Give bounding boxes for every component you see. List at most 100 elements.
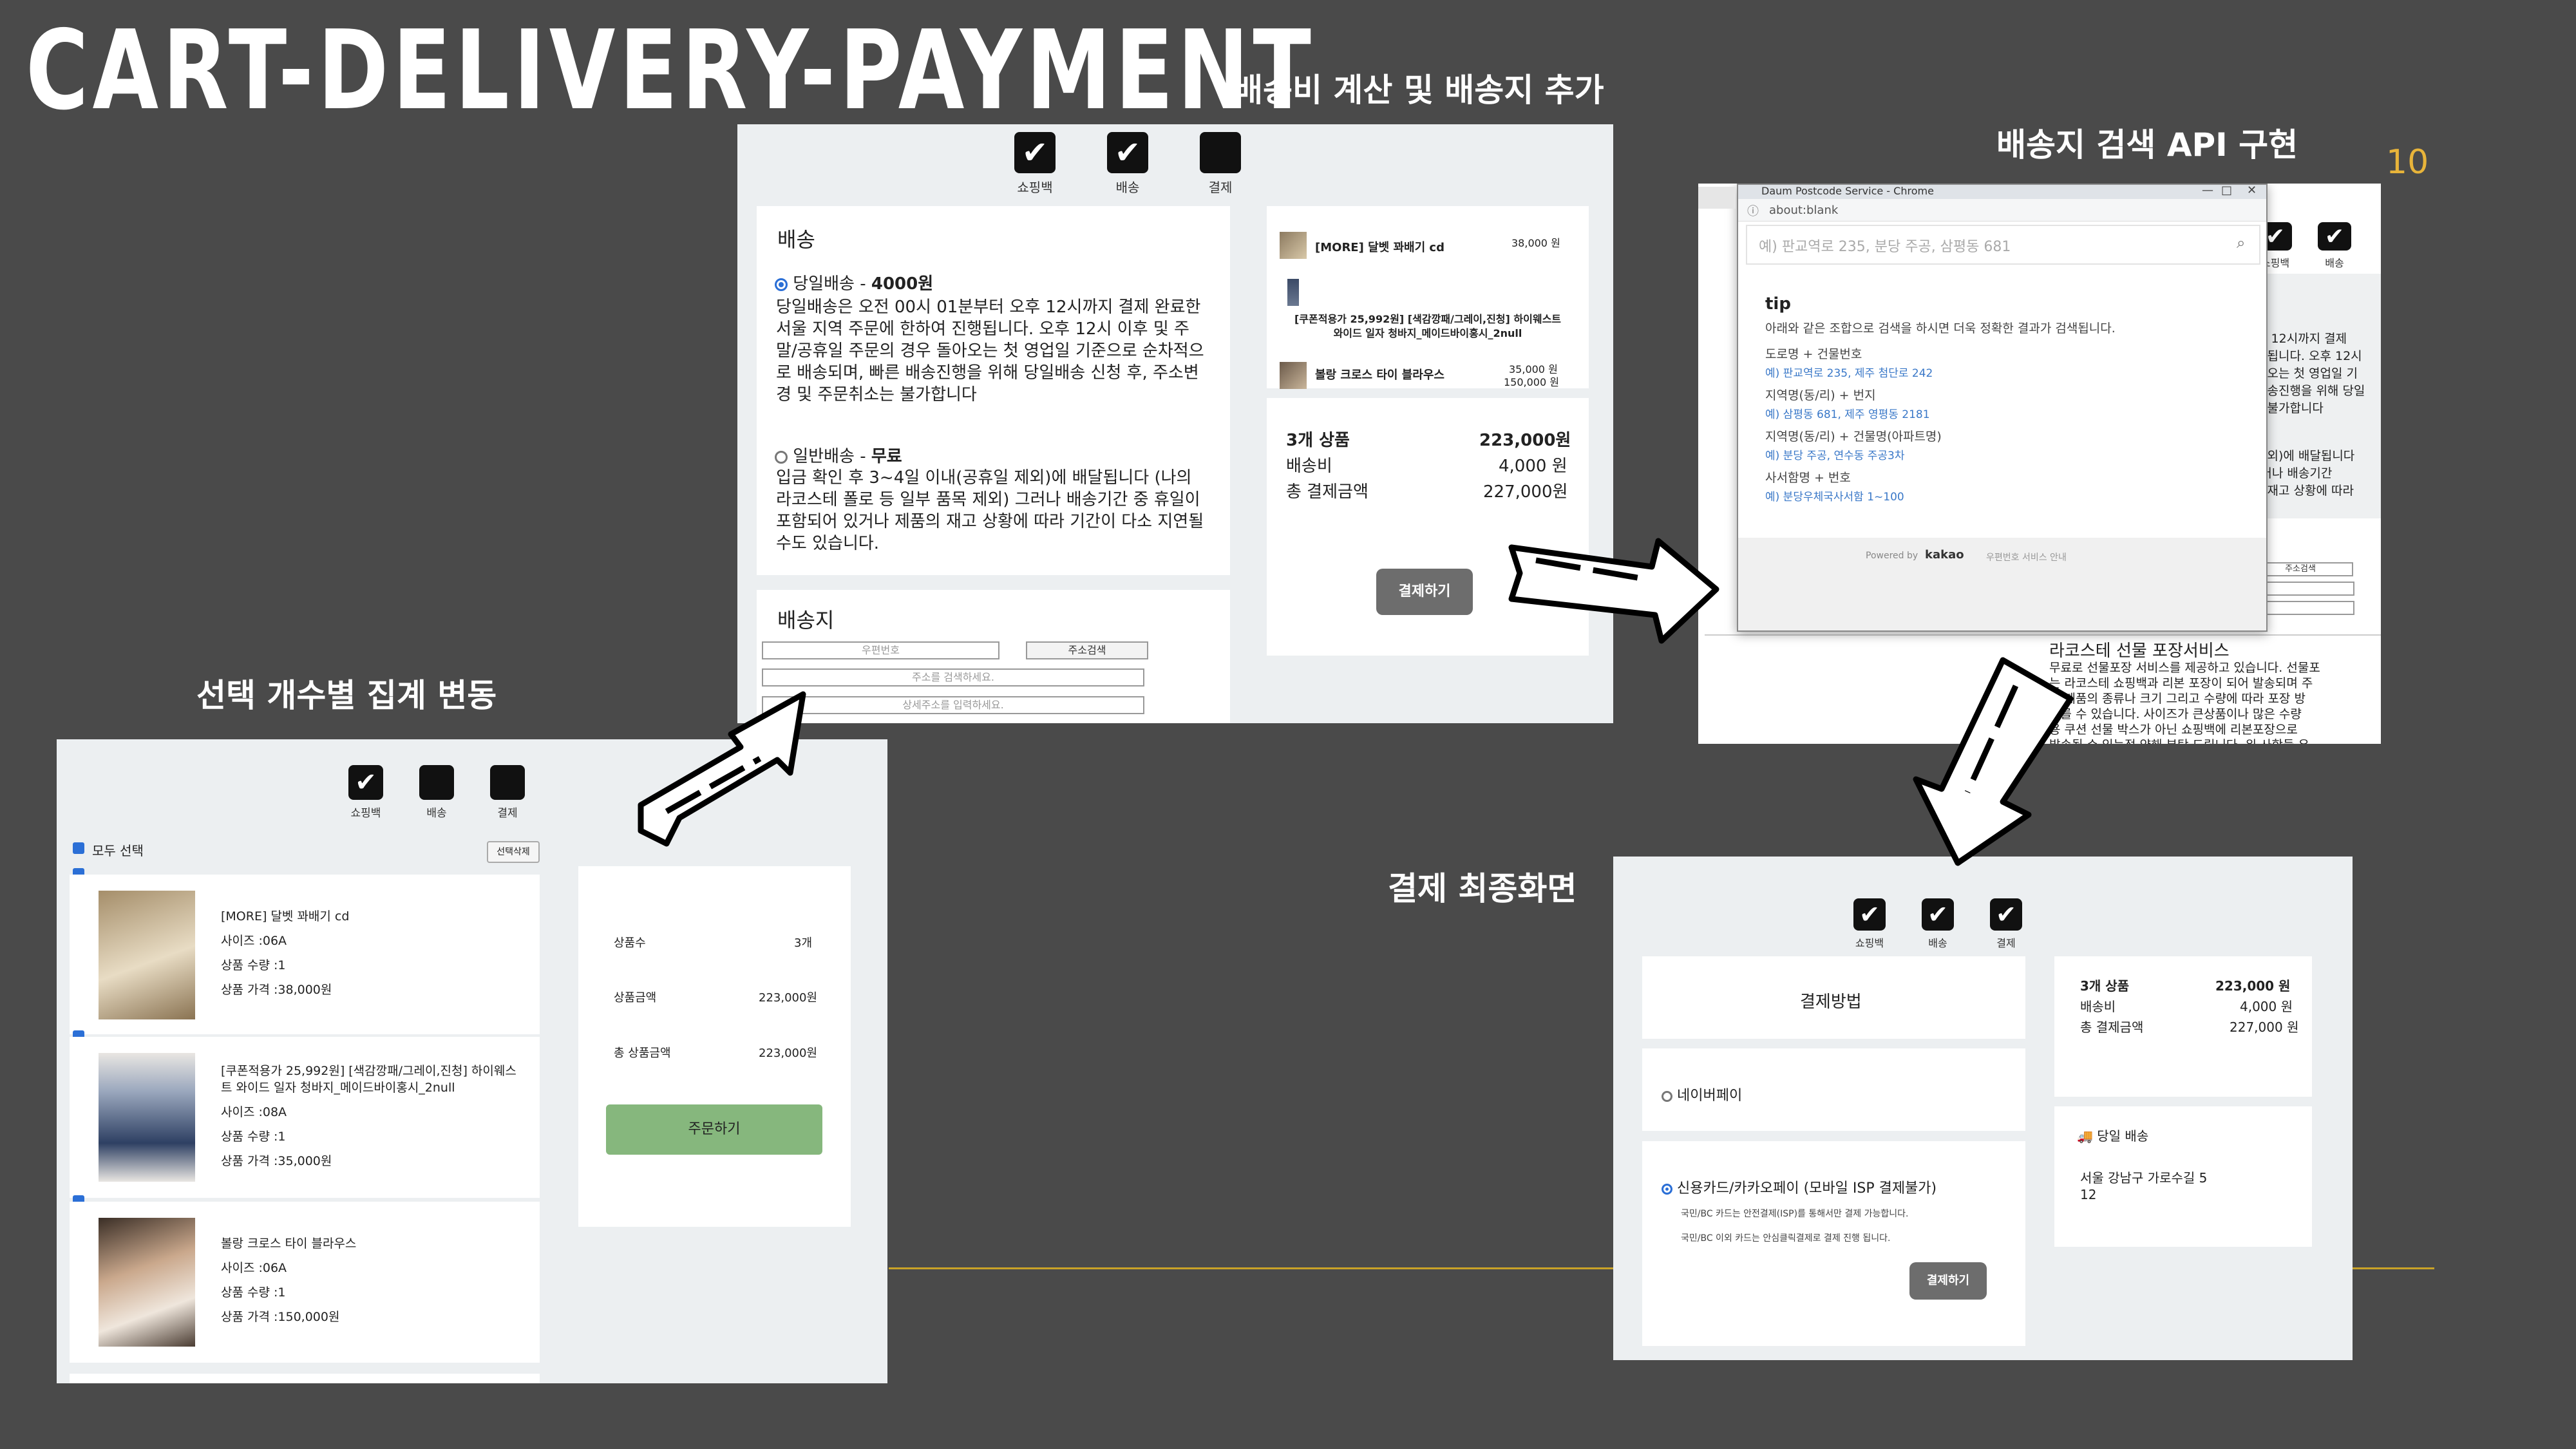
step-indicator: ✔ 쇼핑백 ✔ 배송 ✔ 결제 (1835, 898, 2040, 950)
select-all-checkbox[interactable] (73, 842, 84, 854)
address-field[interactable]: 주소를 검색하세요. (762, 668, 1144, 687)
slide-title: CART-DELIVERY-PAYMENT (26, 7, 1316, 135)
same-day-radio[interactable] (775, 278, 788, 291)
postcode-popup: Daum Postcode Service - Chrome — □ ✕ ⓘ a… (1737, 184, 2268, 632)
item-size: 사이즈 :08A (221, 1105, 287, 1119)
pay-button[interactable]: 결제하기 (1376, 569, 1473, 615)
item-thumbnail (1287, 279, 1299, 306)
arrow-right-icon (1508, 538, 1719, 644)
summary-count-value: 223,000 원 (2215, 978, 2291, 994)
order-items-card: [MORE] 달벳 꽈배기 cd 38,000 원 [쿠폰적용가 25,992원… (1267, 206, 1589, 389)
step-payment[interactable]: ✔ 결제 (1990, 898, 2022, 950)
cart-item: [MORE] 달벳 꽈배기 cd 사이즈 :06A 상품 수량 :1 상품 가격… (70, 875, 540, 1034)
item-size: 사이즈 :06A (221, 934, 287, 948)
zip-field[interactable]: 우편번호 (762, 641, 999, 659)
checked-box-icon: ✔ (2318, 222, 2351, 251)
naverpay-card[interactable]: 네이버페이 (1642, 1048, 2025, 1131)
card-option[interactable]: 신용카드/카카오페이 (모바일 ISP 결제불가) (1662, 1177, 1937, 1197)
checked-box-icon: ✔ (1014, 132, 1056, 173)
close-icon[interactable]: ✕ (2247, 184, 2257, 197)
address-search-button[interactable]: 주소검색 (1026, 641, 1148, 659)
checked-box-icon: ✔ (1990, 898, 2022, 931)
same-day-description: 당일배송은 오전 00시 01분부터 오후 12시까지 결제 완료한 서울 지역… (776, 298, 1204, 404)
normal-option[interactable]: 일반배송 - 무료 (775, 443, 902, 467)
summary-total-label: 총 상품금액 (614, 1046, 671, 1060)
tip-title: tip (1765, 294, 1791, 314)
summary-ship-value: 4,000 원 (2240, 999, 2293, 1014)
item-size: 사이즈 :06A (221, 1261, 287, 1275)
step-delivery[interactable]: 배송 (419, 765, 454, 820)
tip-label: 사서함명 + 번호 (1765, 471, 1851, 485)
item-thumbnail (1280, 362, 1307, 389)
arrow-down-left-icon (1913, 657, 2074, 866)
cart-item: 볼랑 크로스 타이 블라우스 사이즈 :06A 상품 수량 :1 상품 가격 :… (70, 1202, 540, 1363)
item-price: 38,000 원 (1511, 237, 1560, 249)
step-shoppingbag[interactable]: ✔ 쇼핑백 (348, 765, 383, 820)
naverpay-option[interactable]: 네이버페이 (1662, 1084, 1742, 1104)
truck-icon: 🚚 (2077, 1128, 2093, 1144)
step-shoppingbag[interactable]: ✔ 쇼핑백 (1853, 898, 1886, 950)
step-payment[interactable]: 결제 (490, 765, 525, 820)
caption-delivery: 배송비 계산 및 배송지 추가 (1233, 71, 1604, 109)
summary-amount-label: 상품금액 (614, 991, 657, 1005)
item-qty: 상품 수량 :1 (221, 1285, 286, 1300)
step-indicator: ✔ 쇼핑백 배송 결제 (330, 765, 543, 820)
caption-selection: 선택 개수별 집계 변동 (196, 677, 497, 714)
step-delivery[interactable]: ✔ 배송 (1107, 132, 1148, 196)
summary-total-value: 223,000원 (759, 1046, 817, 1060)
item-name: 볼랑 크로스 타이 블라우스 (221, 1236, 357, 1251)
same-day-option[interactable]: 당일배송 - 4000원 (775, 270, 933, 294)
tip-description: 아래와 같은 조합으로 검색을 하시면 더욱 정확한 결과가 검색됩니다. (1765, 321, 2116, 336)
minimize-icon[interactable]: — (2202, 184, 2213, 197)
search-icon[interactable]: ⌕ (2237, 234, 2245, 252)
item-name: 볼랑 크로스 타이 블라우스 (1315, 368, 1444, 382)
item-price: 150,000 원 (1504, 376, 1559, 388)
popup-window-title: Daum Postcode Service - Chrome (1761, 185, 1934, 197)
step-shoppingbag[interactable]: ✔ 쇼핑백 (1014, 132, 1056, 196)
summary-count-label: 상품수 (614, 936, 646, 950)
maximize-icon[interactable]: □ (2221, 184, 2232, 197)
cart-item: [쿠폰적용가 25,992원] [색감깡패/그레이,진청] 하이웨스트 와이드 … (70, 1037, 540, 1198)
payment-method-card: 결제방법 (1642, 956, 2025, 1039)
address-line: 서울 강남구 가로수길 5 (2080, 1170, 2208, 1186)
service-guide-link[interactable]: 우편번호 서비스 안내 (1986, 551, 2067, 564)
delete-selected-button[interactable]: 선택삭제 (487, 841, 540, 863)
checked-box-icon: ✔ (1107, 132, 1148, 173)
postcode-search-input[interactable]: 예) 판교역로 235, 분당 주공, 삼평동 681 ⌕ (1746, 225, 2260, 265)
card-radio[interactable] (1662, 1183, 1672, 1195)
arrow-up-right-icon (638, 691, 806, 847)
empty-box-icon (1200, 132, 1241, 173)
normal-radio[interactable] (775, 450, 788, 464)
step-indicator: ✔ 쇼핑백 ✔ 배송 결제 (989, 132, 1267, 196)
step-delivery[interactable]: ✔ 배송 (1922, 898, 1954, 950)
naverpay-radio[interactable] (1662, 1090, 1672, 1102)
address-bar[interactable]: ⓘ about:blank (1738, 199, 2266, 222)
item-name: [MORE] 달벳 꽈배기 cd (1315, 241, 1444, 254)
item-name: [MORE] 달벳 꽈배기 cd (221, 909, 350, 923)
summary-total-value: 227,000 원 (2230, 1019, 2299, 1035)
final-screenshot: ✔ 쇼핑백 ✔ 배송 ✔ 결제 결제방법 네이버페이 신용카드/카카오페이 (모바일 … (1613, 857, 2353, 1360)
pay-button[interactable]: 결제하기 (1909, 1262, 1987, 1300)
item-image (99, 1218, 195, 1347)
step-payment[interactable]: 결제 (1200, 132, 1241, 196)
checked-box-icon: ✔ (1853, 898, 1886, 931)
summary-count-value: 3개 (794, 936, 813, 950)
tip-example: 예) 판교역로 235, 제주 첨단로 242 (1765, 367, 1933, 380)
select-all-label: 모두 선택 (92, 843, 144, 858)
caption-final: 결제 최종화면 (1388, 870, 1577, 907)
address-card: 배송지 우편번호 주소검색 주소를 검색하세요. 상세주소를 입력하세요. (757, 590, 1230, 723)
item-image (99, 891, 195, 1019)
summary-ship-label: 배송비 (1286, 457, 1332, 476)
checked-box-icon: ✔ (1922, 898, 1954, 931)
detail-address-field[interactable]: 상세주소를 입력하세요. (762, 696, 1144, 714)
address-line: 12 (2080, 1187, 2097, 1202)
shipping-info-card: 🚚 당일 배송 서울 강남구 가로수길 5 12 (2054, 1106, 2312, 1247)
item-price: 상품 가격 :35,000원 (221, 1154, 332, 1168)
item-name: [쿠폰적용가 25,992원] [색감깡패/그레이,진청] 하이웨스트 와이드 … (1294, 313, 1562, 339)
tip-example: 예) 삼평동 681, 제주 영평동 2181 (1765, 408, 1930, 421)
order-button[interactable]: 주문하기 (606, 1104, 822, 1155)
cart-item (70, 1374, 540, 1383)
checked-box-icon: ✔ (348, 765, 383, 800)
item-price: 상품 가격 :150,000원 (221, 1310, 340, 1324)
item-image (99, 1053, 195, 1182)
